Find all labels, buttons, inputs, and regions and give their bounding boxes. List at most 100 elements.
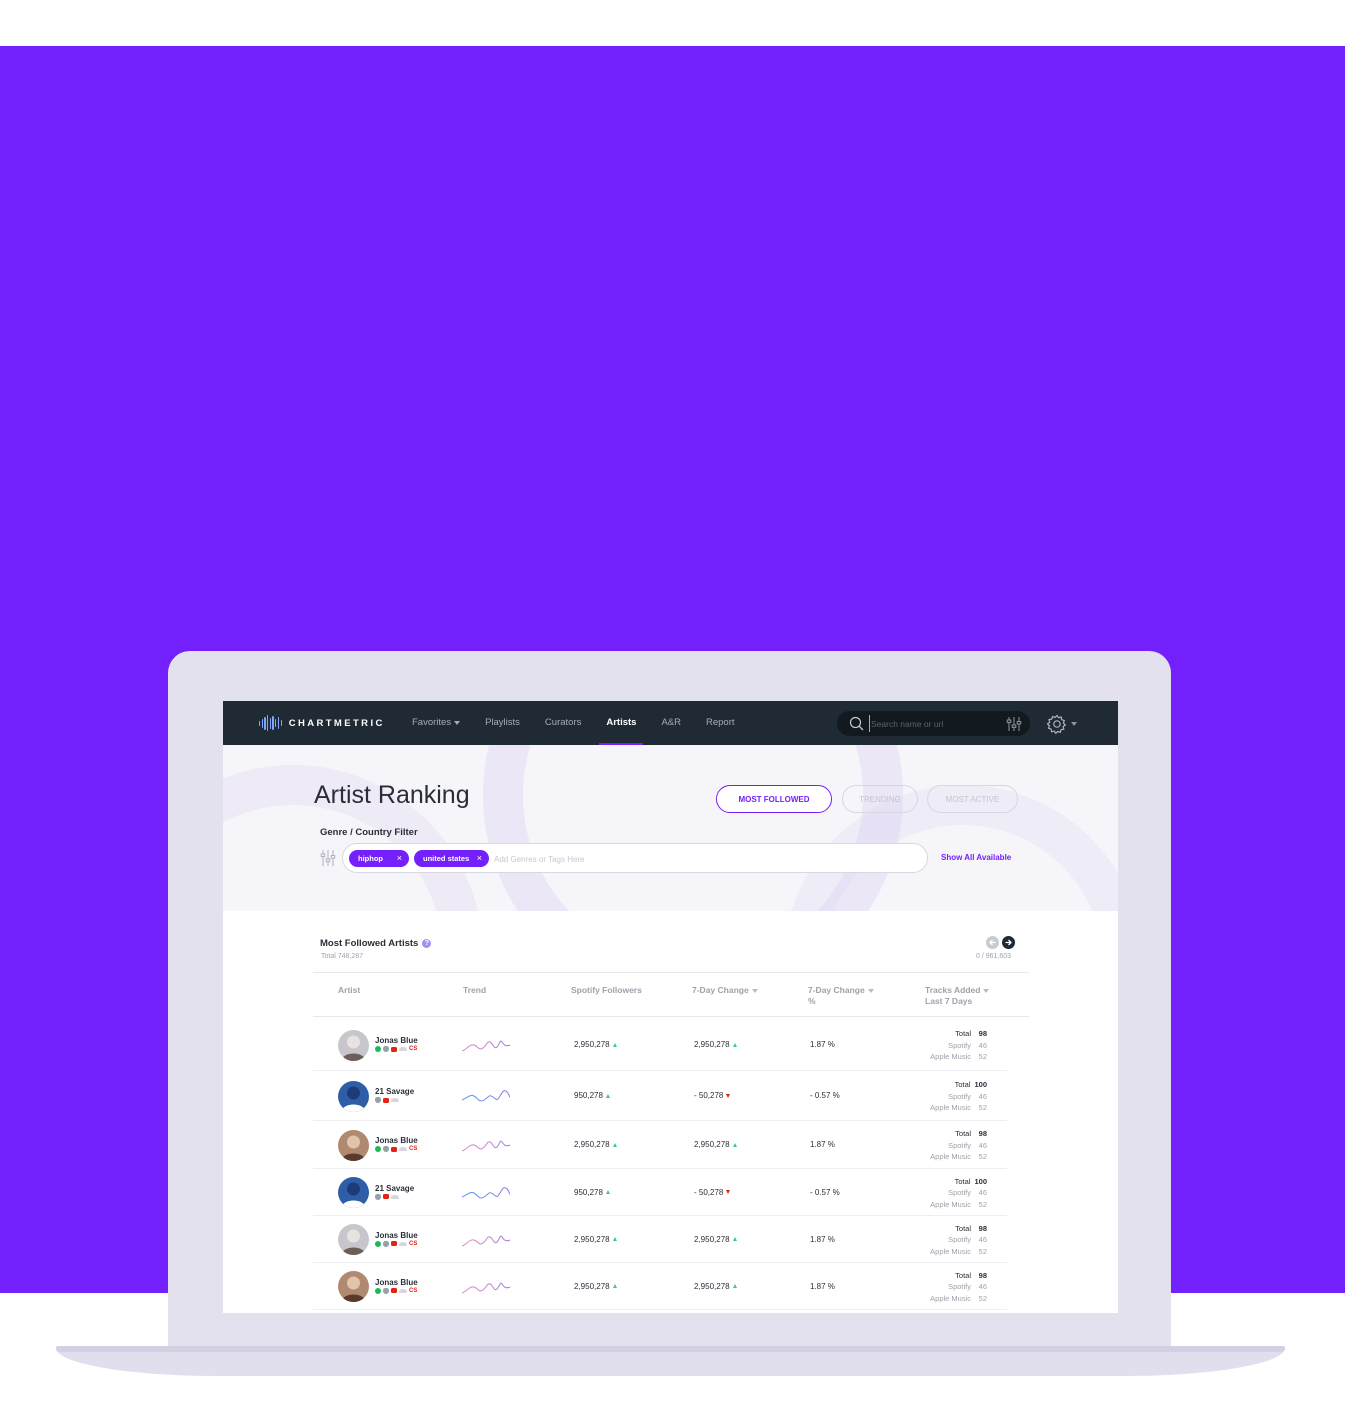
spotify-followers: 950,278 — [574, 1188, 610, 1197]
artist-name[interactable]: Jonas Blue — [375, 1136, 418, 1145]
table-row[interactable]: 21 Savage 950,278 - 50,278 - 0.57 % Total 100… — [313, 1169, 1007, 1216]
genre-tag-input[interactable] — [494, 851, 794, 867]
col-header-spotify-followers[interactable]: Spotify Followers — [571, 985, 642, 996]
tab-most-active[interactable]: MOST ACTIVE — [927, 785, 1018, 813]
show-all-available-link[interactable]: Show All Available — [941, 853, 1011, 862]
apple-icon — [383, 1240, 389, 1247]
chip-label: united states — [423, 854, 470, 863]
nav-item-a-r[interactable]: A&R — [661, 701, 681, 745]
col-header-trend[interactable]: Trend — [463, 985, 486, 996]
artist-name[interactable]: 21 Savage — [375, 1184, 414, 1193]
nav-item-label: Playlists — [485, 717, 520, 728]
change-value: 2,950,278 — [694, 1281, 730, 1291]
spotify-followers: 2,950,278 — [574, 1282, 617, 1291]
seven-day-change: 2,950,278 — [694, 1282, 737, 1291]
soundcloud-icon — [399, 1288, 407, 1293]
genre-filter-box[interactable]: hiphop × united states × — [342, 843, 928, 873]
app-screen: CHARTMETRIC Favorites Playlists Curators Ar… — [223, 701, 1118, 1313]
help-icon[interactable]: ? — [422, 939, 432, 948]
nav-item-report[interactable]: Report — [706, 701, 735, 745]
tracks-apple-label: Apple Music — [930, 1293, 971, 1303]
arrow-up-icon — [605, 1093, 610, 1098]
avatar[interactable] — [338, 1177, 369, 1208]
seven-day-change: 2,950,278 — [694, 1140, 737, 1149]
tab-most-followed[interactable]: MOST FOLLOWED — [716, 785, 832, 813]
arrow-up-icon — [605, 1190, 610, 1194]
tracks-added: Total 100 Spotify 46 Apple Music 52 — [930, 1176, 987, 1211]
artist-name[interactable]: 21 Savage — [375, 1087, 414, 1096]
tracks-added: Total 98 Spotify 46 Apple Music 52 — [930, 1270, 987, 1305]
col-header-7day-change-pct[interactable]: 7-Day Change% — [808, 985, 874, 1007]
spotify-followers: 2,950,278 — [574, 1040, 617, 1049]
nav-item-favorites[interactable]: Favorites — [412, 701, 461, 745]
tracks-total-value: 100 — [974, 1080, 987, 1089]
spotify-icon — [375, 1240, 381, 1247]
arrow-up-icon — [732, 1042, 737, 1047]
tracks-apple-value: 52 — [978, 1052, 987, 1061]
tracks-apple-label: Apple Music — [930, 1103, 971, 1112]
nav-item-label: Favorites — [412, 717, 452, 728]
nav-item-label: A&R — [661, 717, 681, 728]
soundcloud-icon — [391, 1098, 399, 1102]
avatar[interactable] — [338, 1271, 369, 1302]
table-row[interactable]: Jonas Blue CS 2,950,278 2,950,278 1.87 % Tota… — [313, 1263, 1007, 1310]
spotify-followers: 2,950,278 — [574, 1140, 617, 1149]
pager-next-button[interactable] — [1002, 936, 1015, 949]
page-title: Artist Ranking — [314, 781, 470, 809]
cs-icon: CS — [409, 1046, 418, 1052]
youtube-icon — [391, 1241, 397, 1246]
arrow-up-icon — [612, 1284, 617, 1288]
tracks-total-label: Total — [954, 1080, 971, 1089]
pager-prev-button[interactable] — [986, 936, 999, 949]
col-header-7day-change[interactable]: 7-Day Change — [692, 985, 758, 996]
avatar[interactable] — [338, 1029, 369, 1061]
nav-item-curators[interactable]: Curators — [545, 701, 581, 745]
table-row[interactable]: Jonas Blue CS 2,950,278 2,950,278 1.87 % Tota… — [313, 1216, 1007, 1263]
chip-remove-icon[interactable]: × — [477, 853, 482, 863]
followers-value: 950,278 — [574, 1091, 603, 1100]
filter-sliders-icon[interactable] — [320, 849, 336, 867]
search-input[interactable] — [869, 715, 999, 732]
arrow-up-icon — [732, 1142, 737, 1147]
change-value: 2,950,278 — [694, 1040, 730, 1049]
table-row[interactable]: Jonas Blue CS 2,950,278 2,950,278 1.87 % Tota… — [313, 1121, 1007, 1169]
platform-icons — [375, 1193, 399, 1200]
artist-name[interactable]: Jonas Blue — [375, 1231, 418, 1240]
followers-value: 950,278 — [574, 1187, 603, 1197]
youtube-icon — [391, 1146, 397, 1152]
chip-remove-icon[interactable]: × — [397, 853, 402, 863]
tracks-spotify-value: 46 — [978, 1282, 987, 1291]
search-icon — [849, 716, 864, 731]
chip-hiphop[interactable]: hiphop × — [349, 850, 409, 867]
tab-trending[interactable]: TRENDING — [842, 785, 918, 813]
seven-day-change: - 50,278 — [694, 1188, 731, 1197]
chartmetric-logo[interactable]: CHARTMETRIC — [259, 715, 385, 731]
tracks-spotify-label: Spotify — [948, 1188, 971, 1197]
tracks-apple-label: Apple Music — [930, 1152, 971, 1161]
section-title-text: Most Followed Artists — [320, 938, 419, 949]
settings-gear-icon[interactable] — [1046, 713, 1068, 735]
col-header-tracks-added[interactable]: Tracks Added Last 7 Days — [925, 985, 990, 1007]
table-divider — [313, 1016, 1029, 1017]
artist-name[interactable]: Jonas Blue — [375, 1278, 418, 1287]
nav-item-playlists[interactable]: Playlists — [485, 701, 520, 745]
col-header-artist[interactable]: Artist — [338, 985, 360, 996]
nav-item-artists[interactable]: Artists — [599, 701, 644, 745]
avatar[interactable] — [338, 1129, 369, 1161]
table-row[interactable]: 21 Savage 950,278 - 50,278 - 0.57 % Total 100… — [313, 1071, 1007, 1121]
youtube-icon — [383, 1097, 389, 1103]
settings-caret-icon[interactable] — [1071, 722, 1077, 726]
change-value: - 50,278 — [694, 1091, 724, 1100]
spotify-followers: 2,950,278 — [574, 1235, 617, 1244]
artist-name[interactable]: Jonas Blue — [375, 1036, 418, 1045]
search-filter-sliders-icon[interactable] — [1006, 716, 1022, 732]
avatar[interactable] — [338, 1224, 369, 1255]
col-header-label-line2: % — [808, 996, 816, 1006]
spotify-icon — [375, 1146, 381, 1152]
table-row[interactable]: Jonas Blue CS 2,950,278 2,950,278 1.87 % Tota… — [313, 1019, 1007, 1071]
global-search[interactable] — [837, 711, 1030, 736]
avatar[interactable] — [338, 1080, 369, 1112]
top-navbar: CHARTMETRIC Favorites Playlists Curators Ar… — [223, 701, 1118, 745]
chip-united-states[interactable]: united states × — [414, 850, 489, 867]
col-header-label: Tracks Added — [925, 985, 981, 995]
